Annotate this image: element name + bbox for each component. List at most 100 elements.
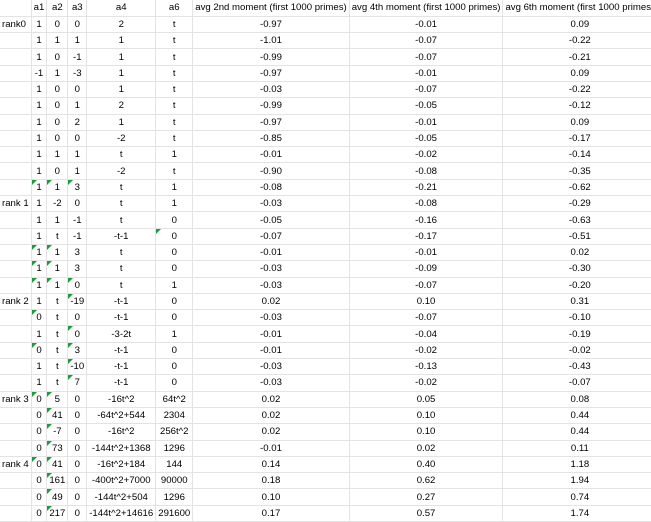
cell-a2[interactable]: 1 [46,211,69,229]
cell-a2[interactable]: t [46,228,69,245]
cell-avg-6th-moment[interactable]: 1.74 [502,505,651,522]
cell-avg-4th-moment[interactable]: -0.04 [349,325,504,343]
cell-avg-4th-moment[interactable]: -0.07 [349,32,504,50]
cell-a2[interactable]: 41 [46,407,69,425]
cell-avg-6th-moment[interactable]: 0.44 [502,423,651,441]
cell-avg-4th-moment[interactable]: -0.08 [349,195,504,213]
cell-avg-2nd-moment[interactable]: -0.03 [192,195,350,213]
cell-a3[interactable]: 3 [67,179,88,197]
rank-label-cell[interactable] [0,440,32,457]
rank-label-cell[interactable] [0,244,32,262]
cell-a3[interactable]: 0 [67,505,88,522]
cell-a6[interactable]: 90000 [155,472,194,490]
cell-avg-4th-moment[interactable]: -0.07 [349,277,504,294]
cell-a3[interactable]: 1 [67,32,88,50]
cell-a6[interactable]: 1 [155,195,194,213]
cell-a1[interactable]: 1 [31,130,48,148]
cell-a1[interactable]: 1 [31,81,48,99]
rank-label-cell[interactable] [0,423,32,441]
cell-a3[interactable]: 0 [67,440,88,457]
header-cell-rank[interactable] [0,0,32,17]
cell-a4[interactable]: 1 [86,48,157,66]
cell-a4[interactable]: -144t^2+504 [86,488,157,506]
cell-a3[interactable]: 0 [67,456,88,474]
cell-a1[interactable]: 1 [31,211,48,229]
header-cell-avg-2nd[interactable]: avg 2nd moment (first 1000 primes) [192,0,350,17]
rank-label-cell[interactable] [0,325,32,343]
rank-label-cell[interactable] [0,81,32,99]
cell-a3[interactable]: 0 [67,277,88,294]
cell-a4[interactable]: 1 [86,32,157,50]
rank-label-cell[interactable]: rank 3 [0,391,32,408]
cell-a3[interactable]: 0 [67,195,88,213]
cell-a6[interactable]: 291600 [155,505,194,522]
cell-a4[interactable]: -t-1 [86,358,157,376]
cell-avg-4th-moment[interactable]: 0.02 [349,440,504,457]
cell-a3[interactable]: 0 [67,488,88,506]
cell-avg-6th-moment[interactable]: -0.10 [502,309,651,327]
cell-avg-6th-moment[interactable]: 0.09 [502,114,651,131]
cell-a4[interactable]: t [86,195,157,213]
cell-a6[interactable]: 144 [155,456,194,474]
cell-a6[interactable]: 256t^2 [155,423,194,441]
cell-a3[interactable]: 1 [67,97,88,115]
spreadsheet-grid[interactable]: a1 a2 a3 a4 a6 avg 2nd moment (first 100… [0,0,651,522]
cell-a3[interactable]: 3 [67,342,88,360]
cell-a4[interactable]: -16t^2 [86,391,157,408]
cell-a4[interactable]: -3-2t [86,325,157,343]
cell-avg-4th-moment[interactable]: -0.08 [349,162,504,180]
cell-a2[interactable]: 217 [46,505,69,522]
cell-a1[interactable]: 0 [31,488,48,506]
rank-label-cell[interactable] [0,342,32,360]
cell-a2[interactable]: 0 [46,16,69,34]
cell-avg-6th-moment[interactable]: -0.22 [502,81,651,99]
cell-avg-4th-moment[interactable]: -0.07 [349,309,504,327]
cell-a6[interactable]: 0 [155,358,194,376]
cell-a3[interactable]: -1 [67,211,88,229]
cell-a1[interactable]: 1 [31,195,48,213]
cell-a1[interactable]: 1 [31,162,48,180]
cell-a6[interactable]: 1 [155,146,194,164]
cell-avg-4th-moment[interactable]: 0.62 [349,472,504,490]
cell-a6[interactable]: 0 [155,293,194,311]
cell-avg-6th-moment[interactable]: 0.44 [502,407,651,425]
cell-avg-4th-moment[interactable]: 0.57 [349,505,504,522]
rank-label-cell[interactable]: rank 4 [0,456,32,474]
cell-a1[interactable]: 0 [31,456,48,474]
cell-avg-4th-moment[interactable]: 0.10 [349,293,504,311]
cell-a6[interactable]: t [155,81,194,99]
cell-a6[interactable]: 1296 [155,440,194,457]
cell-avg-2nd-moment[interactable]: -0.97 [192,65,350,82]
cell-avg-2nd-moment[interactable]: -1.01 [192,32,350,50]
cell-a1[interactable]: 1 [31,244,48,262]
cell-avg-6th-moment[interactable]: -0.07 [502,374,651,392]
cell-a6[interactable]: 0 [155,244,194,262]
cell-a2[interactable]: t [46,342,69,360]
cell-a2[interactable]: 49 [46,488,69,506]
cell-a4[interactable]: -400t^2+7000 [86,472,157,490]
cell-a1[interactable]: -1 [31,65,48,82]
cell-avg-6th-moment[interactable]: 1.94 [502,472,651,490]
cell-a1[interactable]: 0 [31,342,48,360]
cell-a2[interactable]: 0 [46,114,69,131]
rank-label-cell[interactable] [0,97,32,115]
cell-avg-2nd-moment[interactable]: 0.17 [192,505,350,522]
rank-label-cell[interactable] [0,358,32,376]
cell-a6[interactable]: 0 [155,342,194,360]
cell-a3[interactable]: -3 [67,65,88,82]
rank-label-cell[interactable] [0,146,32,164]
cell-avg-4th-moment[interactable]: -0.07 [349,81,504,99]
cell-a3[interactable]: 0 [67,130,88,148]
cell-avg-4th-moment[interactable]: -0.01 [349,16,504,34]
cell-a1[interactable]: 1 [31,97,48,115]
cell-a3[interactable]: 0 [67,472,88,490]
cell-a2[interactable]: 161 [46,472,69,490]
cell-avg-2nd-moment[interactable]: -0.03 [192,358,350,376]
cell-a6[interactable]: t [155,48,194,66]
cell-a3[interactable]: 0 [67,325,88,343]
cell-a6[interactable]: t [155,32,194,50]
cell-avg-4th-moment[interactable]: 0.10 [349,423,504,441]
cell-a4[interactable]: t [86,244,157,262]
cell-a6[interactable]: 1 [155,325,194,343]
cell-a3[interactable]: 3 [67,260,88,278]
